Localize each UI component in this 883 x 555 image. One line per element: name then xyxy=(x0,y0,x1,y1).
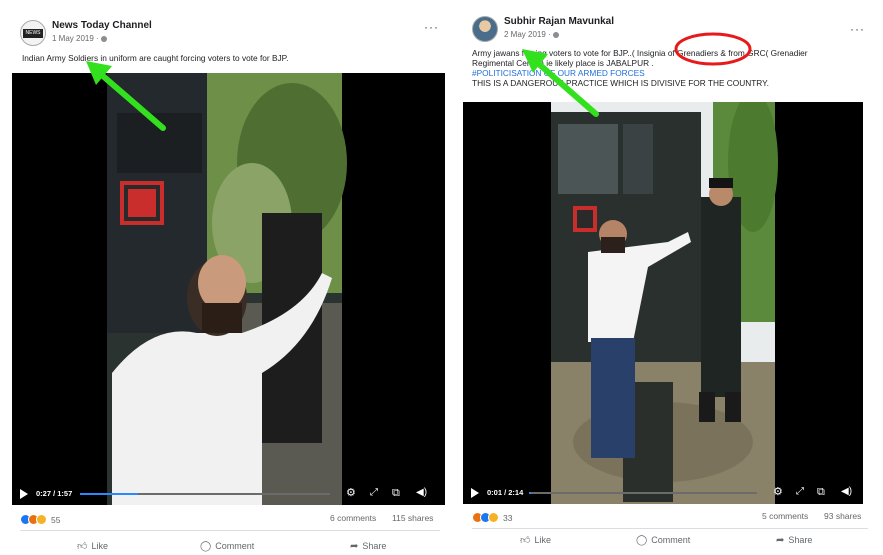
like-label: Like xyxy=(534,535,551,545)
avatar[interactable]: NEWS xyxy=(20,20,46,46)
author-name[interactable]: News Today Channel xyxy=(52,20,152,31)
video-player[interactable]: 0:01 / 2:14 ⚙ ⤢ ⧉ ◀) xyxy=(463,102,863,504)
picture-in-picture-icon[interactable]: ⧉ xyxy=(817,486,825,498)
reactions-summary[interactable]: 33 xyxy=(472,512,512,524)
settings-icon[interactable]: ⚙ xyxy=(346,487,356,499)
comment-icon: ◯ xyxy=(636,534,648,546)
more-options-button[interactable]: ··· xyxy=(424,20,439,34)
comments-count[interactable]: 6 comments xyxy=(330,513,376,523)
expand-icon[interactable]: ⤢ xyxy=(796,486,804,498)
thumbs-up-icon: 👍︎ xyxy=(77,541,88,552)
video-progress-bar[interactable] xyxy=(529,492,757,494)
author-name[interactable]: Subhir Rajan Mavunkal xyxy=(504,16,614,27)
post-date[interactable]: 2 May 2019 · xyxy=(504,30,559,39)
avatar[interactable] xyxy=(472,16,498,42)
post-news-today-channel: NEWS News Today Channel 1 May 2019 · ···… xyxy=(12,0,445,555)
video-progress-bar[interactable] xyxy=(80,493,330,495)
video-progress-fill xyxy=(80,493,138,495)
globe-icon xyxy=(552,31,559,38)
video-controls: 0:27 / 1:57 ⚙ ⤢ ⧉ ◀) xyxy=(12,483,445,505)
video-frame xyxy=(463,102,863,504)
share-button[interactable]: ➦ Share xyxy=(776,531,812,549)
divider xyxy=(20,530,440,531)
comment-button[interactable]: ◯ Comment xyxy=(200,537,254,555)
post-text-line: Army jawans forcing voters to vote for B… xyxy=(472,48,808,58)
post-actions: 👍︎ Like ◯ Comment ➦ Share xyxy=(472,531,868,549)
share-label: Share xyxy=(362,541,387,551)
post-date[interactable]: 1 May 2019 · xyxy=(52,34,107,43)
play-icon[interactable] xyxy=(20,489,28,499)
comment-button[interactable]: ◯ Comment xyxy=(636,531,690,549)
video-progress-fill xyxy=(529,492,532,494)
post-text-line: Regimental Centre) ie likely place is JA… xyxy=(472,58,654,68)
more-options-button[interactable]: ··· xyxy=(850,22,865,36)
settings-icon[interactable]: ⚙ xyxy=(773,486,783,498)
share-button[interactable]: ➦ Share xyxy=(350,537,386,555)
share-icon: ➦ xyxy=(776,534,785,546)
post-text: Indian Army Soldiers in uniform are caug… xyxy=(22,53,289,63)
comment-label: Comment xyxy=(215,541,255,551)
post-stats: 55 6 comments 115 shares xyxy=(20,512,440,528)
post-subhir-rajan-mavunkal: Subhir Rajan Mavunkal 2 May 2019 · ··· A… xyxy=(462,0,872,555)
post-date-text: 2 May 2019 · xyxy=(504,30,551,39)
video-timecode: 0:27 / 1:57 xyxy=(36,489,73,498)
share-label: Share xyxy=(788,535,813,545)
post-date-text: 1 May 2019 · xyxy=(52,34,99,43)
post-actions: 👍︎ Like ◯ Comment ➦ Share xyxy=(20,537,440,555)
globe-icon xyxy=(100,35,107,42)
shares-count[interactable]: 93 shares xyxy=(824,511,861,521)
share-icon: ➦ xyxy=(350,540,359,552)
thumbs-up-icon: 👍︎ xyxy=(520,535,531,546)
haha-reaction-icon xyxy=(488,512,499,523)
volume-icon[interactable]: ◀) xyxy=(841,486,852,498)
video-frame xyxy=(12,73,445,505)
like-label: Like xyxy=(91,541,108,551)
expand-icon[interactable]: ⤢ xyxy=(370,487,378,499)
volume-icon[interactable]: ◀) xyxy=(416,487,427,499)
post-text: Army jawans forcing voters to vote for B… xyxy=(472,48,870,88)
like-button[interactable]: 👍︎ Like xyxy=(77,537,108,555)
haha-reaction-icon xyxy=(36,514,47,525)
comments-count[interactable]: 5 comments xyxy=(762,511,808,521)
reaction-count: 55 xyxy=(51,515,61,525)
divider xyxy=(472,528,868,529)
like-button[interactable]: 👍︎ Like xyxy=(520,531,551,549)
video-controls: 0:01 / 2:14 ⚙ ⤢ ⧉ ◀) xyxy=(463,482,863,504)
post-text-line: THIS IS A DANGEROUS PRACTICE WHICH IS DI… xyxy=(472,78,769,88)
video-player[interactable]: 0:27 / 1:57 ⚙ ⤢ ⧉ ◀) xyxy=(12,73,445,505)
post-header: NEWS News Today Channel 1 May 2019 · ··· xyxy=(20,18,453,52)
play-icon[interactable] xyxy=(471,488,479,498)
video-timecode: 0:01 / 2:14 xyxy=(487,488,524,497)
post-header: Subhir Rajan Mavunkal 2 May 2019 · ··· xyxy=(472,14,882,48)
reaction-count: 33 xyxy=(503,513,513,523)
reactions-summary[interactable]: 55 xyxy=(20,514,60,526)
avatar-logo-text: NEWS xyxy=(23,29,43,38)
shares-count[interactable]: 115 shares xyxy=(392,513,433,523)
picture-in-picture-icon[interactable]: ⧉ xyxy=(392,487,400,499)
comment-label: Comment xyxy=(651,535,691,545)
post-stats: 33 5 comments 93 shares xyxy=(472,510,868,526)
hashtag-line[interactable]: #POLITICISATION OF OUR ARMED FORCES xyxy=(472,68,870,78)
comment-icon: ◯ xyxy=(200,540,212,552)
